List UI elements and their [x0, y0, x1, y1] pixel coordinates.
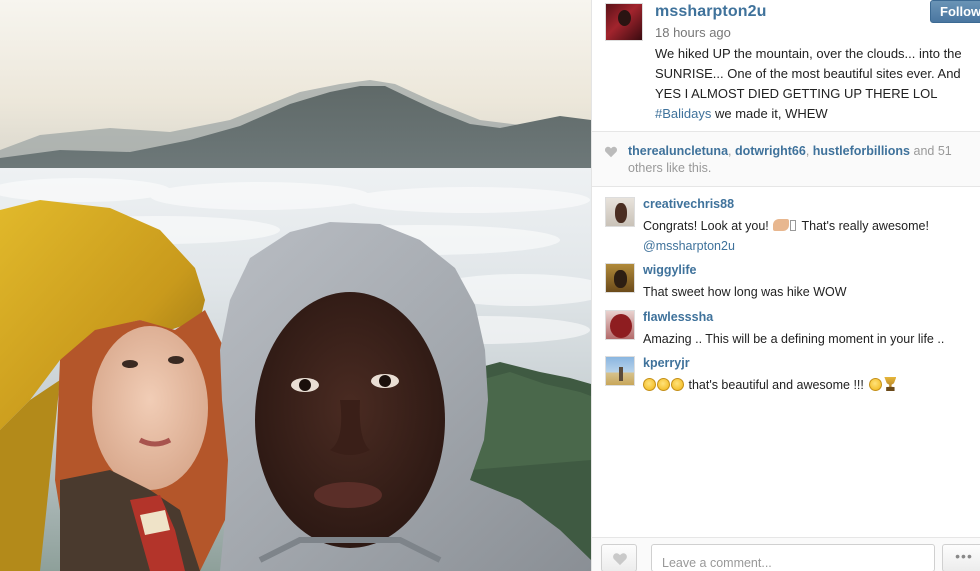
commenter-username[interactable]: creativechris88: [643, 197, 734, 211]
heart-icon: [613, 553, 627, 566]
liker-link[interactable]: therealuncletuna: [628, 144, 728, 158]
comment-text-part: That's really awesome!: [798, 219, 929, 233]
commenter-avatar[interactable]: [605, 197, 635, 227]
post-caption: We hiked UP the mountain, over the cloud…: [655, 44, 973, 124]
comment-text: Amazing .. This will be a defining momen…: [643, 332, 945, 346]
likes-separator: ,: [805, 144, 813, 158]
caption-text: We hiked UP the mountain, over the cloud…: [655, 46, 962, 101]
author-username[interactable]: mssharpton2u: [655, 3, 766, 21]
divider: [592, 186, 980, 187]
flexed-biceps-emoji-icon: [773, 219, 790, 231]
missing-glyph-icon: [790, 220, 797, 231]
like-button[interactable]: [601, 544, 637, 571]
caption-tail: we made it, WHEW: [711, 106, 828, 121]
liker-link[interactable]: hustleforbillions: [813, 144, 910, 158]
heart-eyes-emoji-icon: [869, 378, 883, 391]
comment-text: that's beautiful and awesome !!!: [643, 375, 973, 395]
smiley-emoji-icon: [643, 378, 656, 391]
commenter-username[interactable]: flawlesssha: [643, 310, 713, 324]
comment-text: Congrats! Look at you! That's really awe…: [643, 216, 973, 256]
post-header: mssharpton2u 18 hours ago We hiked UP th…: [592, 0, 980, 131]
caption-hashtag[interactable]: #Balidays: [655, 106, 711, 121]
comment-text-part: Congrats! Look at you!: [643, 219, 773, 233]
comment-input[interactable]: [651, 544, 935, 571]
commenter-username[interactable]: wiggylife: [643, 263, 696, 277]
post-photo[interactable]: [0, 0, 591, 571]
smiley-emoji-icon: [671, 378, 684, 391]
ellipsis-icon[interactable]: •••: [942, 544, 980, 571]
commenter-avatar[interactable]: [605, 310, 635, 340]
liker-link[interactable]: dotwright66: [735, 144, 806, 158]
commenter-avatar[interactable]: [605, 356, 635, 386]
likes-text: therealuncletuna, dotwright66, hustlefor…: [628, 143, 973, 177]
likes-separator: ,: [728, 144, 735, 158]
photo-scene: [0, 0, 591, 571]
author-avatar[interactable]: [605, 3, 643, 41]
heart-small-icon: [604, 146, 618, 158]
comment-text: That sweet how long was hike WOW: [643, 285, 847, 299]
commenter-avatar[interactable]: [605, 263, 635, 293]
post-side-panel: mssharpton2u 18 hours ago We hiked UP th…: [591, 0, 980, 571]
smiley-emoji-icon: [657, 378, 670, 391]
commenter-username[interactable]: kperryjr: [643, 356, 690, 370]
comment-mention[interactable]: @mssharpton2u: [643, 239, 735, 253]
comment-text-part: that's beautiful and awesome !!!: [685, 378, 868, 392]
trophy-emoji-icon: [884, 377, 897, 391]
post-timestamp: 18 hours ago: [655, 25, 731, 40]
follow-button[interactable]: Follow: [930, 0, 980, 23]
